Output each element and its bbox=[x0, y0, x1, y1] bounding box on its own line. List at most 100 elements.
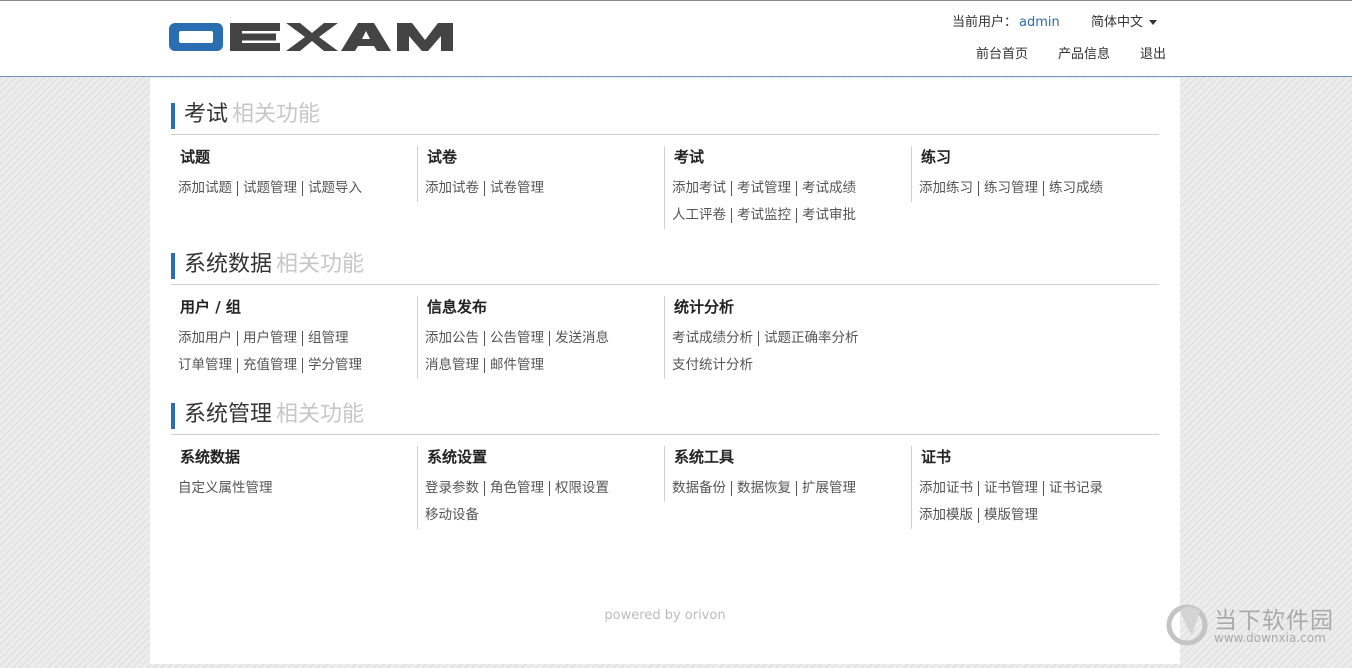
link-divider bbox=[758, 330, 759, 346]
function-link[interactable]: 添加模版 bbox=[919, 507, 973, 523]
function-link[interactable]: 练习管理 bbox=[984, 180, 1038, 196]
function-link[interactable]: 考试成绩分析 bbox=[672, 330, 753, 346]
function-link[interactable]: 考试审批 bbox=[802, 207, 856, 223]
function-link[interactable]: 模版管理 bbox=[984, 507, 1038, 523]
group-links: 添加证书 证书管理 证书记录添加模版 模版管理 bbox=[919, 475, 1139, 529]
function-group: 系统数据 自定义属性管理 bbox=[171, 446, 403, 502]
function-group: 证书 添加证书 证书管理 证书记录 添加模版 模版管理 bbox=[911, 446, 1144, 529]
section-system-management: 系统管理 相关功能 系统数据 自定义属性管理 系统设置 登录参数 角色管理 权限设置 移动设备系… bbox=[171, 400, 1159, 529]
link-divider bbox=[978, 507, 979, 523]
link-row: 添加试题 试题管理 试题导入 bbox=[178, 175, 398, 202]
function-group: 练习 添加练习 练习管理 练习成绩 bbox=[911, 146, 1144, 202]
function-link[interactable]: 学分管理 bbox=[308, 357, 362, 373]
link-row: 添加考试 考试管理 考试成绩 bbox=[672, 175, 892, 202]
function-link[interactable]: 证书记录 bbox=[1049, 480, 1103, 496]
link-row: 人工评卷 考试监控 考试审批 bbox=[672, 202, 892, 229]
link-divider bbox=[978, 480, 979, 496]
section-subtitle: 相关功能 bbox=[276, 402, 365, 427]
section-accent-bar bbox=[171, 253, 175, 279]
function-link[interactable]: 消息管理 bbox=[425, 357, 479, 373]
function-group: 系统设置登录参数 角色管理 权限设置移动设备 bbox=[417, 446, 650, 529]
function-link[interactable]: 试题管理 bbox=[243, 180, 297, 196]
function-link[interactable]: 证书管理 bbox=[984, 480, 1038, 496]
section-title: 系统数据 相关功能 bbox=[184, 250, 364, 280]
link-row: 移动设备 bbox=[425, 502, 645, 529]
link-divider bbox=[237, 180, 238, 196]
section-title-text: 系统数据 bbox=[184, 252, 273, 277]
function-link[interactable]: 组管理 bbox=[308, 330, 349, 346]
group-links: 考试成绩分析 试题正确率分析 支付统计分析 bbox=[672, 325, 892, 379]
section-accent-bar bbox=[171, 403, 175, 429]
section-system-data: 系统数据 相关功能 用户 / 组添加用户 用户管理 组管理 订单管理 充值管理 学分管理 信息发… bbox=[171, 250, 1159, 379]
function-link[interactable]: 添加用户 bbox=[178, 330, 232, 346]
oexam-logo[interactable] bbox=[168, 17, 468, 57]
link-row: 添加用户 用户管理 组管理 bbox=[178, 325, 398, 352]
chevron-down-icon bbox=[1149, 20, 1158, 25]
nav-frontpage[interactable]: 前台首页 bbox=[976, 43, 1028, 62]
function-link[interactable]: 试题导入 bbox=[308, 180, 362, 196]
function-link[interactable]: 充值管理 bbox=[243, 357, 297, 373]
current-user: 当前用户： admin bbox=[952, 11, 1060, 30]
link-row: 自定义属性管理 bbox=[178, 475, 398, 502]
function-link[interactable]: 考试管理 bbox=[737, 180, 791, 196]
link-row: 添加试卷 试卷管理 bbox=[425, 175, 645, 202]
group-title: 系统设置 bbox=[427, 448, 488, 466]
link-divider bbox=[549, 480, 550, 496]
function-group: 系统工具 数据备份 数据恢复 扩展管理 bbox=[664, 446, 897, 502]
group-title: 试卷 bbox=[427, 148, 458, 166]
function-link[interactable]: 考试成绩 bbox=[802, 180, 856, 196]
link-row: 考试成绩分析 试题正确率分析 bbox=[672, 325, 892, 352]
group-title: 考试 bbox=[674, 148, 705, 166]
function-link[interactable]: 扩展管理 bbox=[802, 480, 856, 496]
group-links: 自定义属性管理 bbox=[178, 475, 398, 502]
function-link[interactable]: 数据恢复 bbox=[737, 480, 791, 496]
function-group: 试卷添加试卷 试卷管理 bbox=[417, 146, 650, 202]
function-link[interactable]: 支付统计分析 bbox=[672, 357, 753, 373]
link-divider bbox=[484, 480, 485, 496]
function-link[interactable]: 数据备份 bbox=[672, 480, 726, 496]
link-divider bbox=[731, 480, 732, 496]
function-link[interactable]: 练习成绩 bbox=[1049, 180, 1103, 196]
link-row: 添加公告 公告管理 发送消息 bbox=[425, 325, 645, 352]
function-link[interactable]: 邮件管理 bbox=[490, 357, 544, 373]
function-link[interactable]: 添加公告 bbox=[425, 330, 479, 346]
function-link[interactable]: 添加考试 bbox=[672, 180, 726, 196]
section-exam: 考试 相关功能 试题 添加试题 试题管理 试题导入 试卷 添加试卷 试卷管理 考试 添加考试 考试管理… bbox=[171, 100, 1159, 229]
link-row: 支付统计分析 bbox=[672, 352, 892, 379]
function-link[interactable]: 人工评卷 bbox=[672, 207, 726, 223]
function-link[interactable]: 角色管理 bbox=[490, 480, 544, 496]
section-title-text: 考试 bbox=[184, 102, 229, 127]
link-divider bbox=[1043, 480, 1044, 496]
nav-product-info[interactable]: 产品信息 bbox=[1058, 43, 1110, 62]
function-group: 信息发布 添加公告 公告管理 发送消息 消息管理 邮件管理 bbox=[417, 296, 650, 379]
function-link[interactable]: 发送消息 bbox=[555, 330, 609, 346]
function-link[interactable]: 添加证书 bbox=[919, 480, 973, 496]
function-link[interactable]: 考试监控 bbox=[737, 207, 791, 223]
function-link[interactable]: 登录参数 bbox=[425, 480, 479, 496]
function-link[interactable]: 移动设备 bbox=[425, 507, 479, 523]
function-group: 试题 添加试题 试题管理 试题导入 bbox=[171, 146, 403, 202]
function-link[interactable]: 试题正确率分析 bbox=[764, 330, 859, 346]
group-links: 添加练习 练习管理 练习成绩 bbox=[919, 175, 1139, 202]
function-link[interactable]: 用户管理 bbox=[243, 330, 297, 346]
group-links: 添加试题 试题管理 试题导入 bbox=[178, 175, 398, 202]
function-link[interactable]: 自定义属性管理 bbox=[178, 480, 273, 496]
function-link[interactable]: 添加试卷 bbox=[425, 180, 479, 196]
function-link[interactable]: 公告管理 bbox=[490, 330, 544, 346]
link-row: 消息管理 邮件管理 bbox=[425, 352, 645, 379]
function-group: 统计分析 考试成绩分析 试题正确率分析 支付统计分析 bbox=[664, 296, 897, 379]
language-select[interactable]: 简体中文 bbox=[1091, 11, 1158, 30]
function-link[interactable]: 试卷管理 bbox=[490, 180, 544, 196]
group-title: 统计分析 bbox=[674, 298, 735, 316]
link-row: 添加模版 模版管理 bbox=[919, 502, 1139, 529]
top-header: 当前用户： admin 简体中文 前台首页 产品信息 退出 bbox=[0, 0, 1352, 77]
nav-logout[interactable]: 退出 bbox=[1140, 43, 1166, 62]
function-link[interactable]: 权限设置 bbox=[555, 480, 609, 496]
username-link[interactable]: admin bbox=[1019, 15, 1060, 30]
current-user-label: 当前用户： bbox=[952, 15, 1018, 30]
function-link[interactable]: 添加试题 bbox=[178, 180, 232, 196]
group-links: 数据备份 数据恢复 扩展管理 bbox=[672, 475, 892, 502]
function-link[interactable]: 添加练习 bbox=[919, 180, 973, 196]
function-link[interactable]: 订单管理 bbox=[178, 357, 232, 373]
group-links: 添加用户 用户管理 组管理订单管理 充值管理 学分管理 bbox=[178, 325, 398, 379]
